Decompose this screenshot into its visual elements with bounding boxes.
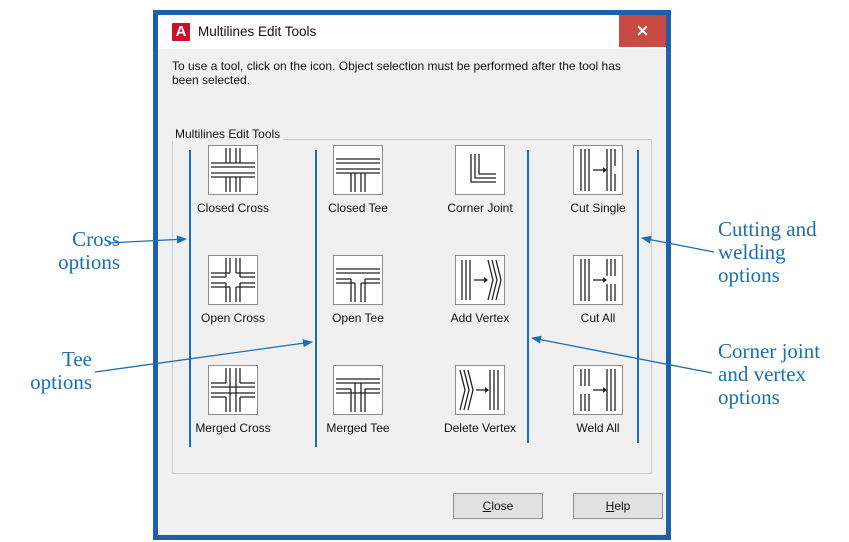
cutting-annotation-line-2: welding	[718, 240, 786, 264]
close-button-label: lose	[491, 499, 514, 513]
closed-cross-icon[interactable]	[208, 145, 258, 195]
tool-closed-cross[interactable]: Closed Cross	[183, 145, 283, 235]
tool-open-cross[interactable]: Open Cross	[183, 255, 283, 345]
tee-options-annotation: Tee options	[20, 348, 92, 394]
cutting-annotation-line-3: options	[718, 263, 780, 287]
tool-merged-cross[interactable]: Merged Cross	[183, 365, 283, 455]
help-button-label: elp	[614, 499, 631, 513]
open-tee-icon[interactable]	[333, 255, 383, 305]
cut-all-icon[interactable]	[573, 255, 623, 305]
close-button[interactable]: Close	[453, 493, 543, 519]
cut-single-label: Cut Single	[570, 201, 626, 215]
cutting-annotation-line-1: Cutting and	[718, 217, 817, 241]
tool-corner-joint[interactable]: Corner Joint	[430, 145, 530, 235]
delete-vertex-label: Delete Vertex	[443, 421, 517, 435]
cut-all-label: Cut All	[580, 311, 616, 325]
merged-cross-icon[interactable]	[208, 365, 258, 415]
tool-merged-tee[interactable]: Merged Tee	[308, 365, 408, 455]
tool-closed-tee[interactable]: Closed Tee	[308, 145, 408, 235]
add-vertex-icon[interactable]	[455, 255, 505, 305]
help-button[interactable]: Help	[573, 493, 663, 519]
corner-joint-label: Corner Joint	[447, 201, 513, 215]
closed-tee-label: Closed Tee	[328, 201, 388, 215]
add-vertex-label: Add Vertex	[450, 311, 510, 325]
corner-vertex-annotation: Corner joint and vertex options	[718, 340, 848, 409]
open-cross-label: Open Cross	[200, 311, 266, 325]
corner-annotation-line-1: Corner joint	[718, 339, 821, 363]
tee-annotation-line-2: options	[30, 370, 92, 394]
autocad-app-icon: A	[172, 23, 190, 41]
multilines-edit-tools-dialog: A Multilines Edit Tools × To use a tool,…	[153, 10, 671, 540]
closed-cross-label: Closed Cross	[196, 201, 270, 215]
tool-add-vertex[interactable]: Add Vertex	[430, 255, 530, 345]
weld-all-label: Weld All	[576, 421, 620, 435]
merged-cross-label: Merged Cross	[195, 421, 271, 435]
tool-delete-vertex[interactable]: Delete Vertex	[430, 365, 530, 455]
cross-annotation-line-1: Cross	[72, 227, 120, 251]
dialog-body: A Multilines Edit Tools × To use a tool,…	[158, 15, 666, 535]
instruction-text: To use a tool, click on the icon. Object…	[172, 59, 621, 87]
tool-cut-all[interactable]: Cut All	[548, 255, 648, 345]
cut-single-icon[interactable]	[573, 145, 623, 195]
cross-options-annotation: Cross options	[48, 228, 120, 274]
delete-vertex-icon[interactable]	[455, 365, 505, 415]
corner-annotation-line-2: and vertex	[718, 362, 807, 386]
corner-joint-icon[interactable]	[455, 145, 505, 195]
tool-open-tee[interactable]: Open Tee	[308, 255, 408, 345]
corner-annotation-line-3: options	[718, 385, 780, 409]
closed-tee-icon[interactable]	[333, 145, 383, 195]
open-cross-icon[interactable]	[208, 255, 258, 305]
merged-tee-icon[interactable]	[333, 365, 383, 415]
dialog-title: Multilines Edit Tools	[198, 24, 317, 39]
tool-weld-all[interactable]: Weld All	[548, 365, 648, 455]
merged-tee-label: Merged Tee	[326, 421, 390, 435]
cross-annotation-line-2: options	[58, 250, 120, 274]
tee-annotation-line-1: Tee	[61, 347, 92, 371]
tool-cut-single[interactable]: Cut Single	[548, 145, 648, 235]
tools-group-label: Multilines Edit Tools	[172, 127, 284, 141]
close-window-button[interactable]: ×	[619, 15, 666, 47]
weld-all-icon[interactable]	[573, 365, 623, 415]
open-tee-label: Open Tee	[332, 311, 384, 325]
title-bar[interactable]: A Multilines Edit Tools ×	[158, 15, 666, 49]
cutting-welding-annotation: Cutting and welding options	[718, 218, 848, 287]
